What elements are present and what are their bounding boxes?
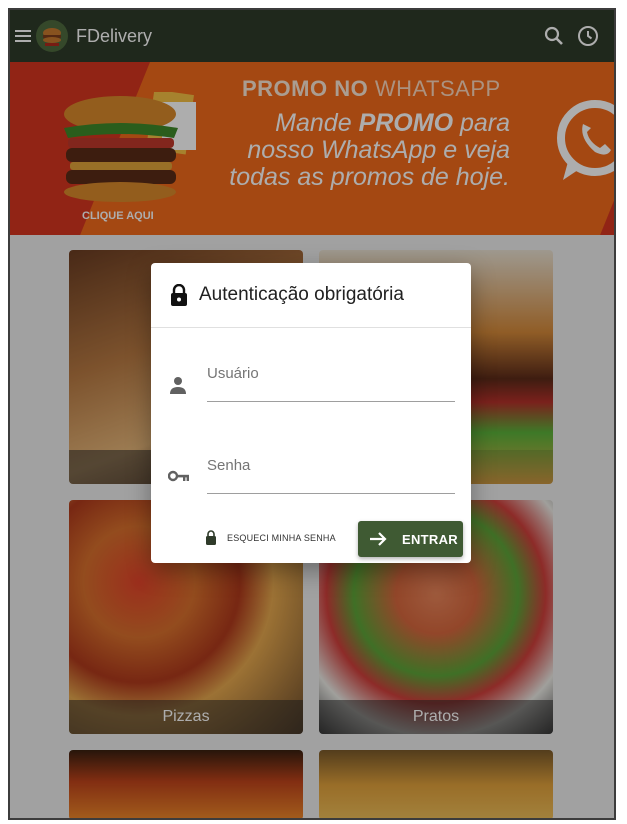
lock-icon [206,530,216,545]
person-icon [170,377,186,394]
forgot-password-label: ESQUECI MINHA SENHA [227,532,336,543]
password-underline [207,493,455,494]
arrow-right-icon [370,532,387,546]
dialog-title: Autenticação obrigatória [199,284,404,305]
dialog-header: Autenticação obrigatória [151,263,471,328]
app-frame: FDelivery PROMO NO WHATSAPP Mande PROMO … [8,8,616,820]
username-input[interactable] [207,361,459,391]
login-button-label: ENTRAR [402,531,458,547]
lock-icon [171,284,187,306]
login-button[interactable]: ENTRAR [358,521,463,557]
username-underline [207,401,455,402]
login-dialog: Autenticação obrigatória Usuário Senha E… [151,263,471,563]
forgot-password-button[interactable]: ESQUECI MINHA SENHA [205,530,336,545]
key-icon [168,470,189,482]
password-input[interactable] [207,453,459,483]
